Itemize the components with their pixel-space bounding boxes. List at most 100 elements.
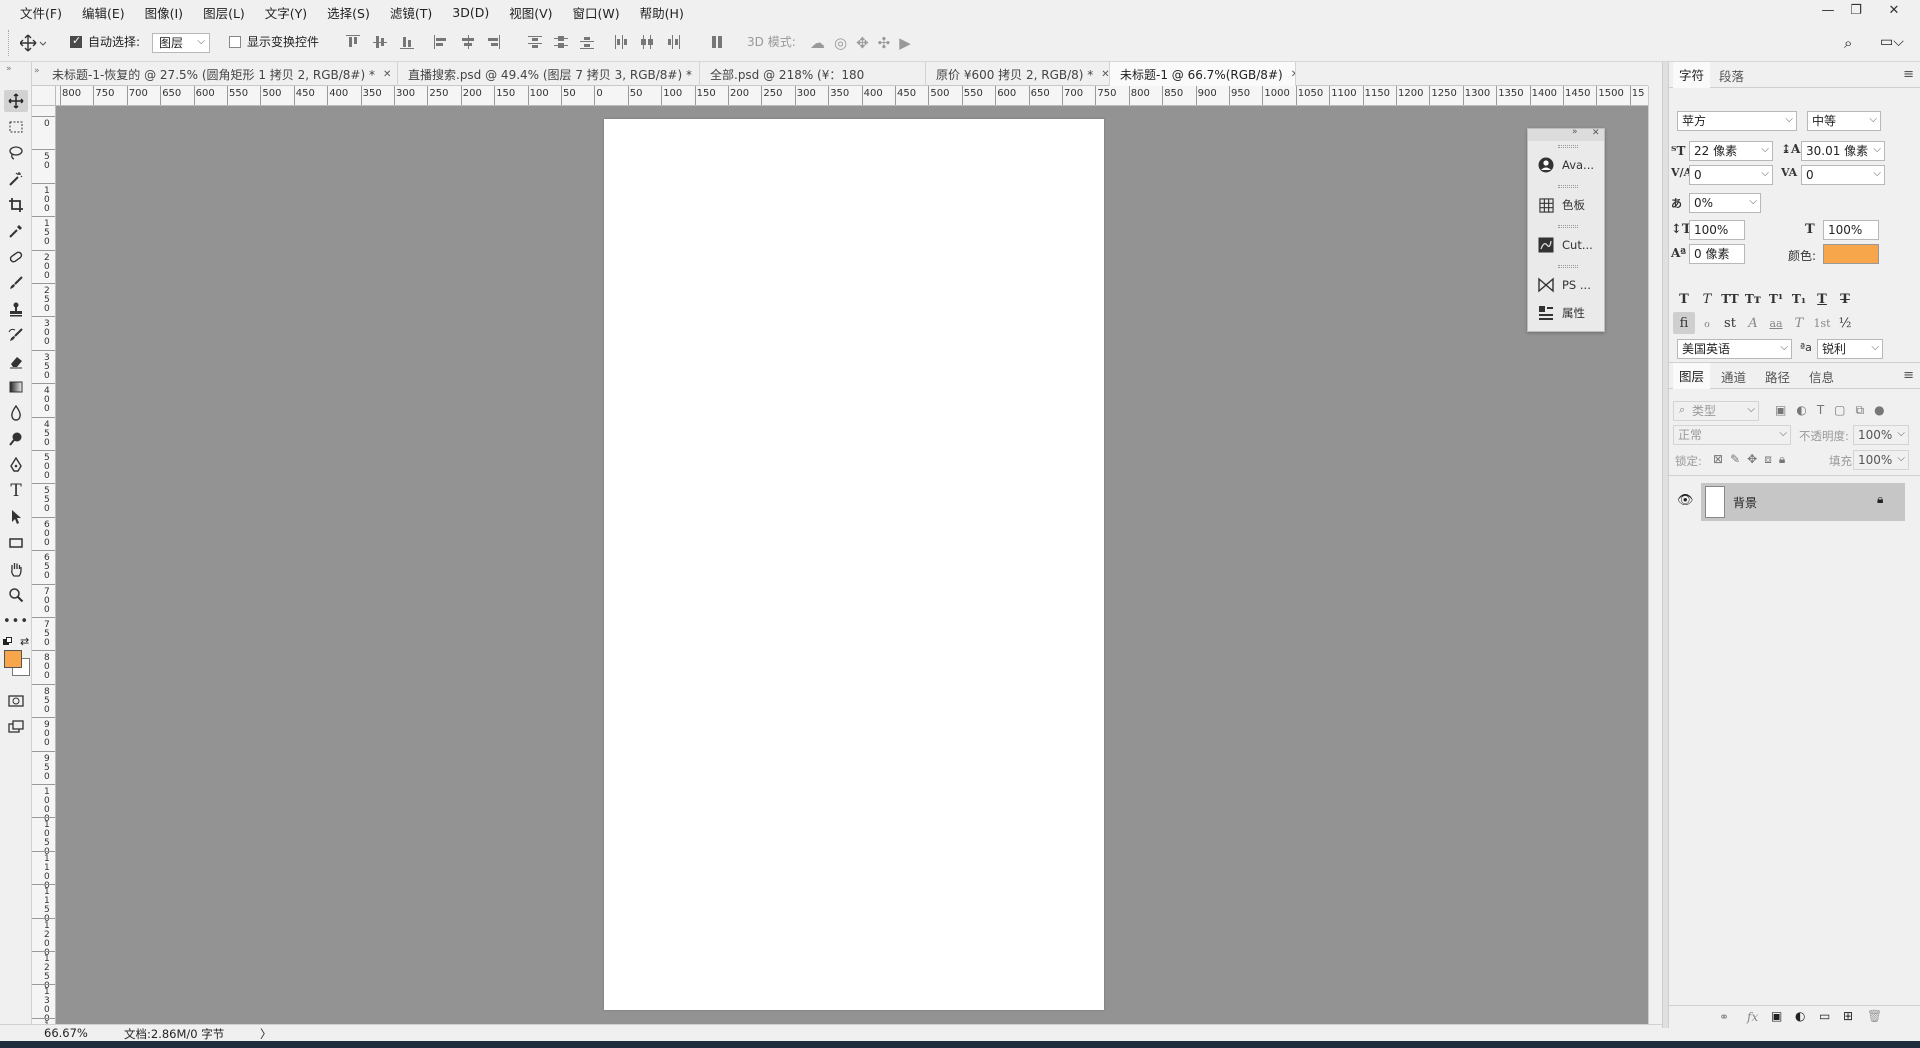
- antialias-select[interactable]: 锐利: [1817, 339, 1883, 359]
- status-arrow-icon[interactable]: 〉: [260, 1026, 272, 1042]
- close-panel-icon[interactable]: ✕: [1592, 128, 1600, 138]
- healing-brush-tool-icon[interactable]: [4, 246, 28, 268]
- vertical-scale-field[interactable]: 100%: [1689, 220, 1745, 240]
- strikethrough-button[interactable]: T: [1834, 288, 1856, 310]
- ordinals-button[interactable]: 1st: [1811, 312, 1833, 334]
- auto-select-dropdown[interactable]: 图层: [152, 33, 210, 53]
- 3d-orbit-icon[interactable]: ☁: [810, 34, 834, 52]
- tab-close-icon[interactable]: ✕: [383, 69, 391, 80]
- menu-layer[interactable]: 图层(L): [193, 3, 255, 22]
- document-canvas[interactable]: [604, 119, 1104, 1010]
- pen-tool-icon[interactable]: [4, 454, 28, 476]
- distribute-right-icon[interactable]: [666, 35, 680, 49]
- quick-mask-icon[interactable]: [4, 690, 28, 712]
- faux-italic-button[interactable]: T: [1696, 288, 1718, 310]
- move-tool-icon[interactable]: [4, 90, 28, 112]
- adjustment-filter-icon[interactable]: ◐: [1796, 403, 1816, 417]
- 3d-pan-icon[interactable]: ✥: [856, 34, 878, 52]
- horizontal-scale-field[interactable]: 100%: [1823, 220, 1879, 240]
- panel-grip[interactable]: [1558, 265, 1578, 268]
- lock-position-icon[interactable]: ✥: [1747, 452, 1764, 466]
- menu-window[interactable]: 窗口(W): [563, 3, 630, 22]
- tab-paragraph[interactable]: 段落: [1713, 62, 1750, 88]
- history-brush-tool-icon[interactable]: [4, 324, 28, 346]
- panel-item-cutout[interactable]: Cut...: [1528, 231, 1604, 259]
- distribute-left-icon[interactable]: [614, 35, 628, 49]
- tsume-field[interactable]: 0%: [1689, 193, 1761, 213]
- marquee-tool-icon[interactable]: [4, 116, 28, 138]
- horizontal-ruler[interactable]: 800 750 700 650 600 550 500 450 400 350 300 250 200 1…: [56, 86, 1648, 106]
- distribute-hcenter-icon[interactable]: [640, 35, 654, 49]
- workspace-switcher-icon[interactable]: ▭⌵: [1880, 34, 1904, 50]
- foreground-color-swatch[interactable]: [4, 650, 22, 668]
- type-filter-icon[interactable]: T: [1817, 403, 1834, 417]
- blur-tool-icon[interactable]: [4, 402, 28, 424]
- zoom-tool-icon[interactable]: [4, 584, 28, 606]
- underline-button[interactable]: T: [1811, 288, 1833, 310]
- gradient-tool-icon[interactable]: [4, 376, 28, 398]
- filter-toggle-icon[interactable]: ●: [1874, 403, 1894, 417]
- collapse-panel-icon[interactable]: »: [1572, 127, 1578, 137]
- ruler-origin[interactable]: [32, 86, 56, 106]
- layer-row-background[interactable]: 背景 🔒︎: [1701, 483, 1905, 521]
- smart-object-filter-icon[interactable]: ⧉: [1856, 403, 1875, 417]
- show-transform-checkbox[interactable]: [229, 35, 241, 48]
- discretionary-ligature-button[interactable]: st: [1719, 312, 1741, 334]
- tab-layers[interactable]: 图层: [1673, 363, 1711, 389]
- vertical-scrollbar[interactable]: [1648, 86, 1662, 1024]
- tab-doc-4[interactable]: 原价 ¥600 拷贝 2, RGB/8) * ✕: [926, 62, 1110, 86]
- text-color-swatch[interactable]: [1823, 244, 1879, 264]
- swap-colors-icon[interactable]: ⇄: [20, 635, 29, 648]
- menu-file[interactable]: 文件(F): [10, 3, 72, 22]
- brush-tool-icon[interactable]: [4, 272, 28, 294]
- lock-artboard-icon[interactable]: ⧈: [1764, 452, 1779, 466]
- panel-grip[interactable]: [1558, 225, 1578, 228]
- menu-edit[interactable]: 编辑(E): [72, 3, 135, 22]
- screen-mode-icon[interactable]: [4, 716, 28, 738]
- font-family-select[interactable]: 苹方: [1677, 111, 1797, 131]
- tab-close-icon[interactable]: ✕: [1101, 69, 1109, 80]
- close-window-button[interactable]: ✕: [1880, 0, 1908, 20]
- tab-info[interactable]: 信息: [1803, 363, 1840, 389]
- tab-doc-3[interactable]: 全部.psd @ 218% (¥：180: [700, 62, 926, 86]
- swash-button[interactable]: A: [1742, 312, 1764, 334]
- type-tool-icon[interactable]: T: [4, 480, 28, 502]
- tab-close-icon[interactable]: ✕: [1291, 69, 1295, 80]
- floating-panel-header[interactable]: » ✕: [1528, 127, 1604, 141]
- titling-alternates-button[interactable]: T: [1788, 312, 1810, 334]
- tab-character[interactable]: 字符: [1673, 62, 1711, 88]
- align-left-icon[interactable]: [434, 35, 448, 49]
- auto-align-icon[interactable]: [710, 35, 724, 49]
- eyedropper-tool-icon[interactable]: [4, 220, 28, 242]
- font-style-select[interactable]: 中等: [1807, 111, 1881, 131]
- panel-item-properties[interactable]: 属性: [1528, 299, 1604, 327]
- clone-stamp-tool-icon[interactable]: [4, 298, 28, 320]
- eye-visibility-icon[interactable]: 👁︎: [1677, 493, 1694, 508]
- language-select[interactable]: 美国英语: [1677, 339, 1792, 359]
- menu-3d[interactable]: 3D(D): [442, 5, 499, 20]
- panel-grip[interactable]: [1558, 185, 1578, 188]
- collapse-tools-icon[interactable]: »: [6, 64, 12, 74]
- new-layer-icon[interactable]: ⊞: [1843, 1009, 1853, 1023]
- tab-doc-1[interactable]: 未标题-1-恢复的 @ 27.5% (圆角矩形 1 拷贝 2, RGB/8#) …: [42, 62, 398, 86]
- ligature-button[interactable]: ﬁ: [1673, 312, 1695, 334]
- leading-field[interactable]: 30.01 像素: [1801, 141, 1885, 161]
- panel-item-swatches[interactable]: 色板: [1528, 191, 1604, 219]
- opacity-field[interactable]: 100%: [1853, 425, 1909, 445]
- tabs-collapse-icon[interactable]: »: [34, 66, 40, 76]
- shape-filter-icon[interactable]: ▢: [1834, 403, 1855, 417]
- auto-select-value[interactable]: 图层: [152, 33, 210, 53]
- lock-paint-icon[interactable]: ✎: [1730, 452, 1747, 466]
- tab-doc-5-active[interactable]: 未标题-1 @ 66.7%(RGB/8#) ✕: [1110, 62, 1296, 86]
- menu-select[interactable]: 选择(S): [317, 3, 380, 22]
- restore-button[interactable]: ❐: [1842, 0, 1870, 20]
- crop-tool-icon[interactable]: [4, 194, 28, 216]
- vertical-ruler[interactable]: 0 50 100 150 200 250 300 350 400 450 500 550 600 650 7…: [32, 106, 56, 1024]
- hand-tool-icon[interactable]: [4, 558, 28, 580]
- 3d-roll-icon[interactable]: ◎: [834, 34, 856, 52]
- distribute-top-icon[interactable]: [528, 35, 542, 49]
- dodge-tool-icon[interactable]: [4, 428, 28, 450]
- blend-mode-select[interactable]: 正常: [1673, 425, 1791, 445]
- all-caps-button[interactable]: TT: [1719, 288, 1741, 310]
- canvas-workspace[interactable]: [56, 106, 1648, 1024]
